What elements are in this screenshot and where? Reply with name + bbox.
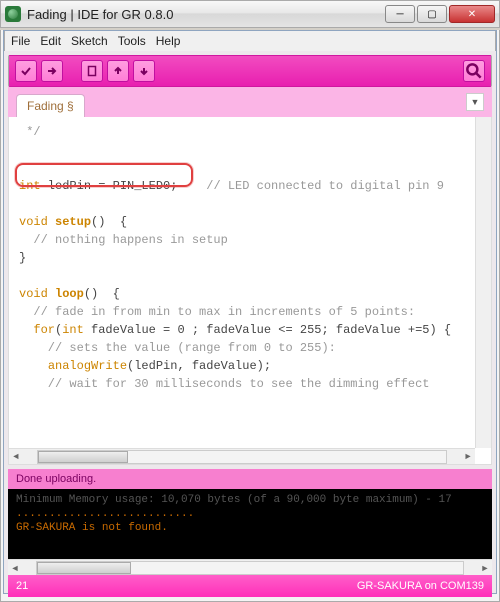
editor-hscroll-thumb[interactable]: [38, 451, 128, 463]
app-icon: [5, 6, 21, 22]
serial-monitor-button[interactable]: [463, 60, 485, 82]
verify-button[interactable]: [15, 60, 37, 82]
maximize-button[interactable]: ▢: [417, 5, 447, 23]
console-line: GR-SAKURA is not found.: [16, 521, 484, 535]
scroll-right-icon[interactable]: ►: [478, 561, 492, 575]
menu-help[interactable]: Help: [156, 34, 181, 48]
console-line: ...........................: [16, 507, 484, 521]
scroll-left-icon[interactable]: ◄: [9, 450, 23, 464]
toolbar: [8, 55, 492, 87]
menu-sketch[interactable]: Sketch: [71, 34, 108, 48]
minimize-button[interactable]: ─: [385, 5, 415, 23]
close-button[interactable]: ✕: [449, 5, 495, 23]
window-title: Fading | IDE for GR 0.8.0: [27, 7, 385, 22]
console-hscroll[interactable]: ◄ ►: [8, 559, 492, 575]
menubar: File Edit Sketch Tools Help: [4, 31, 496, 51]
upload-status: Done uploading.: [8, 469, 492, 489]
menu-file[interactable]: File: [11, 34, 30, 48]
scroll-left-icon[interactable]: ◄: [8, 561, 22, 575]
save-button[interactable]: [133, 60, 155, 82]
new-button[interactable]: [81, 60, 103, 82]
tab-row: Fading § ▼: [8, 87, 492, 117]
code-editor[interactable]: */ int ledPin = PIN_LED0; // LED connect…: [8, 117, 492, 465]
console-hscroll-thumb[interactable]: [37, 562, 131, 574]
console-line: Minimum Memory usage: 10,070 bytes (of a…: [16, 493, 484, 507]
menu-edit[interactable]: Edit: [40, 34, 61, 48]
statusbar: 21 GR-SAKURA on COM139: [8, 575, 492, 597]
port-label: GR-SAKURA on COM139: [357, 580, 484, 592]
console[interactable]: Minimum Memory usage: 10,070 bytes (of a…: [8, 489, 492, 559]
editor-vscroll[interactable]: [475, 117, 491, 448]
tab-fading[interactable]: Fading §: [16, 94, 85, 117]
menu-tools[interactable]: Tools: [118, 34, 146, 48]
open-button[interactable]: [107, 60, 129, 82]
line-number: 21: [16, 580, 28, 592]
tab-menu-button[interactable]: ▼: [466, 93, 484, 111]
scroll-right-icon[interactable]: ►: [461, 450, 475, 464]
titlebar: Fading | IDE for GR 0.8.0 ─ ▢ ✕: [0, 0, 500, 28]
editor-hscroll[interactable]: ◄ ►: [9, 448, 475, 464]
code-content: */ int ledPin = PIN_LED0; // LED connect…: [9, 117, 491, 399]
upload-button[interactable]: [41, 60, 63, 82]
